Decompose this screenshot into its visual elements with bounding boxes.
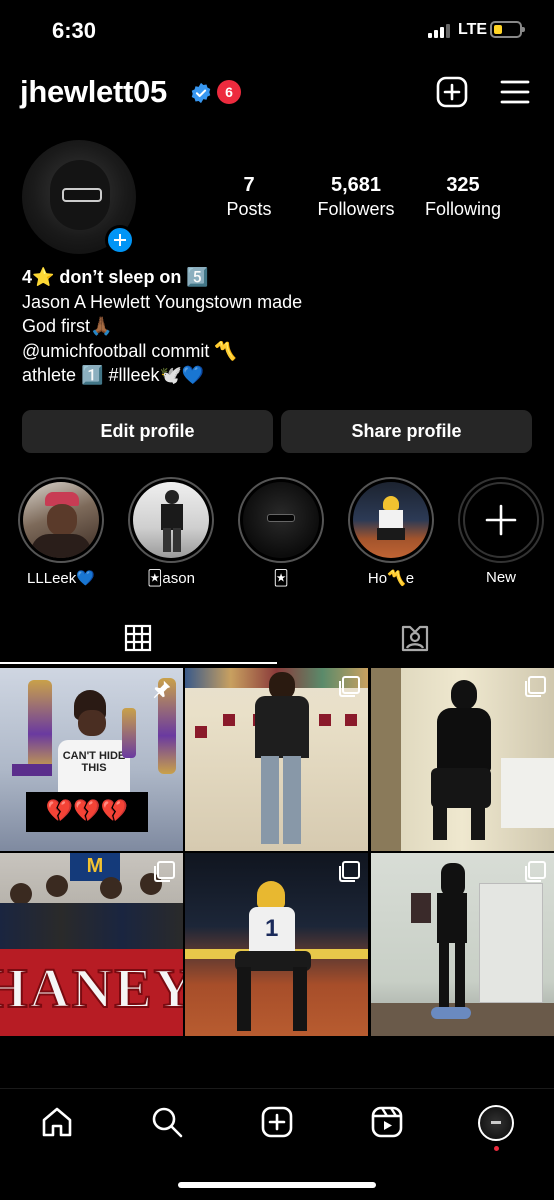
home-indicator [178, 1182, 376, 1188]
multiple-posts-icon [339, 676, 360, 697]
bio-line: God first🙏🏾 [22, 316, 113, 336]
posts-label: Posts [226, 199, 272, 219]
status-time: 6:30 [52, 18, 97, 43]
banner-text: HANEY [0, 957, 183, 1021]
highlight-label: Ho〽️e [367, 570, 415, 587]
tagged-icon[interactable] [400, 624, 430, 652]
shirt-text: CAN'T HIDE THIS [62, 750, 126, 774]
username[interactable]: jhewlett05 [20, 74, 167, 110]
bio-name: 4⭐ don’t sleep on 5️⃣ [22, 267, 209, 287]
followers-count: 5,681 [330, 174, 382, 196]
highlight-label: 🃏 [273, 570, 289, 587]
story-highlight[interactable]: 🃏ason [128, 477, 214, 587]
followers-stat[interactable]: 5,681 Followers [308, 174, 404, 220]
network-label: LTE [458, 21, 488, 38]
plus-icon [485, 504, 517, 536]
battery-icon [490, 21, 525, 38]
profile-bio: 4⭐ don’t sleep on 5️⃣ Jason A Hewlett Yo… [22, 265, 532, 388]
bio-line: Jason A Hewlett Youngstown made [22, 291, 303, 312]
story-highlight[interactable]: LLLeek💙 [18, 477, 104, 587]
bio-line-hashtag[interactable]: athlete 1️⃣ #llleek🕊️💙 [22, 363, 532, 388]
search-icon[interactable] [150, 1105, 184, 1139]
edit-profile-button[interactable]: Edit profile [22, 410, 273, 453]
posts-count: 7 [243, 174, 255, 196]
bottom-navigation [0, 1088, 554, 1200]
status-bar: 6:30 LTE [0, 0, 554, 60]
story-highlight[interactable]: 🃏 [238, 477, 324, 587]
profile-avatar-icon[interactable] [478, 1105, 514, 1141]
multiple-posts-icon [339, 861, 360, 882]
post-caption-emoji: 💔💔💔 [45, 798, 129, 823]
post-thumbnail[interactable] [185, 668, 368, 851]
share-profile-button[interactable]: Share profile [281, 410, 532, 453]
bio-line-mention[interactable]: @umichfootball commit 〽️ [22, 339, 532, 364]
profile-tabs [0, 620, 554, 664]
notification-badge[interactable]: 6 [217, 80, 241, 104]
reels-icon[interactable] [370, 1105, 404, 1139]
new-highlight-button[interactable]: New [458, 477, 544, 586]
highlight-label: New [485, 569, 516, 586]
following-label: Following [424, 199, 502, 219]
activity-dot [494, 1146, 499, 1151]
posts-stat[interactable]: 7 Posts [218, 174, 280, 220]
verified-badge-icon [191, 82, 211, 104]
menu-icon[interactable] [500, 78, 530, 106]
post-thumbnail[interactable] [371, 853, 554, 1036]
add-story-icon[interactable] [105, 225, 135, 255]
selected-tab-indicator [0, 662, 277, 664]
multiple-posts-icon [154, 861, 175, 882]
multiple-posts-icon [525, 676, 546, 697]
post-thumbnail[interactable]: 1 [185, 853, 368, 1036]
create-icon[interactable] [260, 1105, 294, 1139]
highlight-label: 🃏ason [147, 570, 195, 587]
following-count: 325 [446, 174, 480, 196]
highlight-label: LLLeek💙 [27, 570, 95, 587]
post-thumbnail[interactable]: CAN'T HIDE THIS 💔💔💔 [0, 668, 183, 851]
new-post-icon[interactable] [436, 76, 468, 108]
profile-header: jhewlett05 6 [20, 72, 534, 116]
followers-label: Followers [317, 199, 395, 219]
signal-icon [428, 24, 452, 38]
following-stat[interactable]: 325 Following [418, 174, 508, 220]
grid-icon[interactable] [124, 624, 152, 652]
story-highlight[interactable]: Ho〽️e [348, 477, 434, 587]
post-thumbnail[interactable] [371, 668, 554, 851]
post-thumbnail[interactable]: M HANEY [0, 853, 183, 1036]
multiple-posts-icon [525, 861, 546, 882]
pinned-icon [153, 680, 171, 699]
home-icon[interactable] [40, 1105, 74, 1139]
